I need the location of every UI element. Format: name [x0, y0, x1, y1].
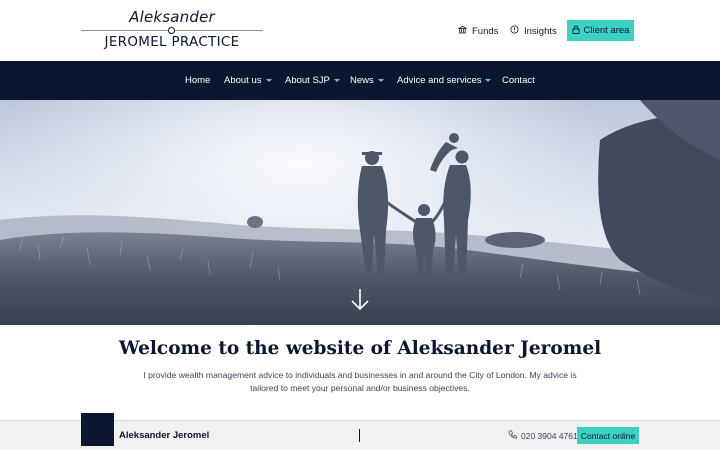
logo-caps-text: JEROMEL PRACTICE [104, 34, 240, 50]
footer-divider [359, 429, 360, 442]
logo-script-text: Aleksander [129, 8, 215, 26]
main-nav: Home About us About SJP News Advice and … [0, 61, 720, 100]
caret-down-icon [485, 79, 492, 82]
nav-item-advice-and-services[interactable]: Advice and services [397, 61, 492, 100]
top-header: Aleksander JEROMEL PRACTICE Funds Insigh… [0, 0, 720, 61]
nav-item-label: Home [185, 75, 211, 86]
nav-item-label: News [350, 75, 374, 86]
practice-logo[interactable]: Aleksander JEROMEL PRACTICE [81, 8, 263, 54]
funds-label: Funds [472, 25, 499, 37]
nav-item-contact[interactable]: Contact [502, 61, 535, 100]
nav-item-label: Advice and services [397, 75, 482, 86]
lightbulb-icon [510, 25, 519, 37]
lock-icon [572, 25, 580, 37]
nav-item-label: Contact [502, 75, 535, 86]
hero-image [0, 100, 720, 325]
phone-icon [508, 430, 517, 441]
funds-link[interactable]: Funds [457, 23, 499, 39]
insights-link[interactable]: Insights [510, 23, 557, 39]
phone-link[interactable]: 020 3904 4761 [508, 430, 578, 441]
caret-down-icon [265, 79, 272, 82]
caret-down-icon [333, 79, 340, 82]
client-area-label: Client area [583, 25, 630, 36]
client-area-button[interactable]: Client area [567, 20, 634, 41]
adviser-avatar [81, 413, 114, 446]
scroll-down-button[interactable] [350, 288, 370, 312]
caret-down-icon [377, 79, 384, 82]
welcome-text: I provide wealth management advice to in… [143, 370, 577, 393]
nav-item-home[interactable]: Home [185, 61, 210, 100]
nav-item-label: About us [224, 75, 262, 86]
nav-item-about-sjp[interactable]: About SJP [285, 61, 340, 100]
arrow-down-icon [351, 289, 369, 311]
logo-dot [168, 27, 175, 34]
phone-number: 020 3904 4761 [521, 430, 578, 441]
nav-item-news[interactable]: News [350, 61, 384, 100]
adviser-name: Aleksander Jeromel [119, 430, 210, 441]
nav-item-about-us[interactable]: About us [224, 61, 272, 100]
bank-icon [457, 25, 468, 37]
contact-online-button[interactable]: Contact online [577, 427, 639, 444]
insights-label: Insights [524, 25, 557, 37]
welcome-title: Welcome to the website of Aleksander Jer… [118, 338, 602, 359]
nav-item-label: About SJP [285, 75, 330, 86]
